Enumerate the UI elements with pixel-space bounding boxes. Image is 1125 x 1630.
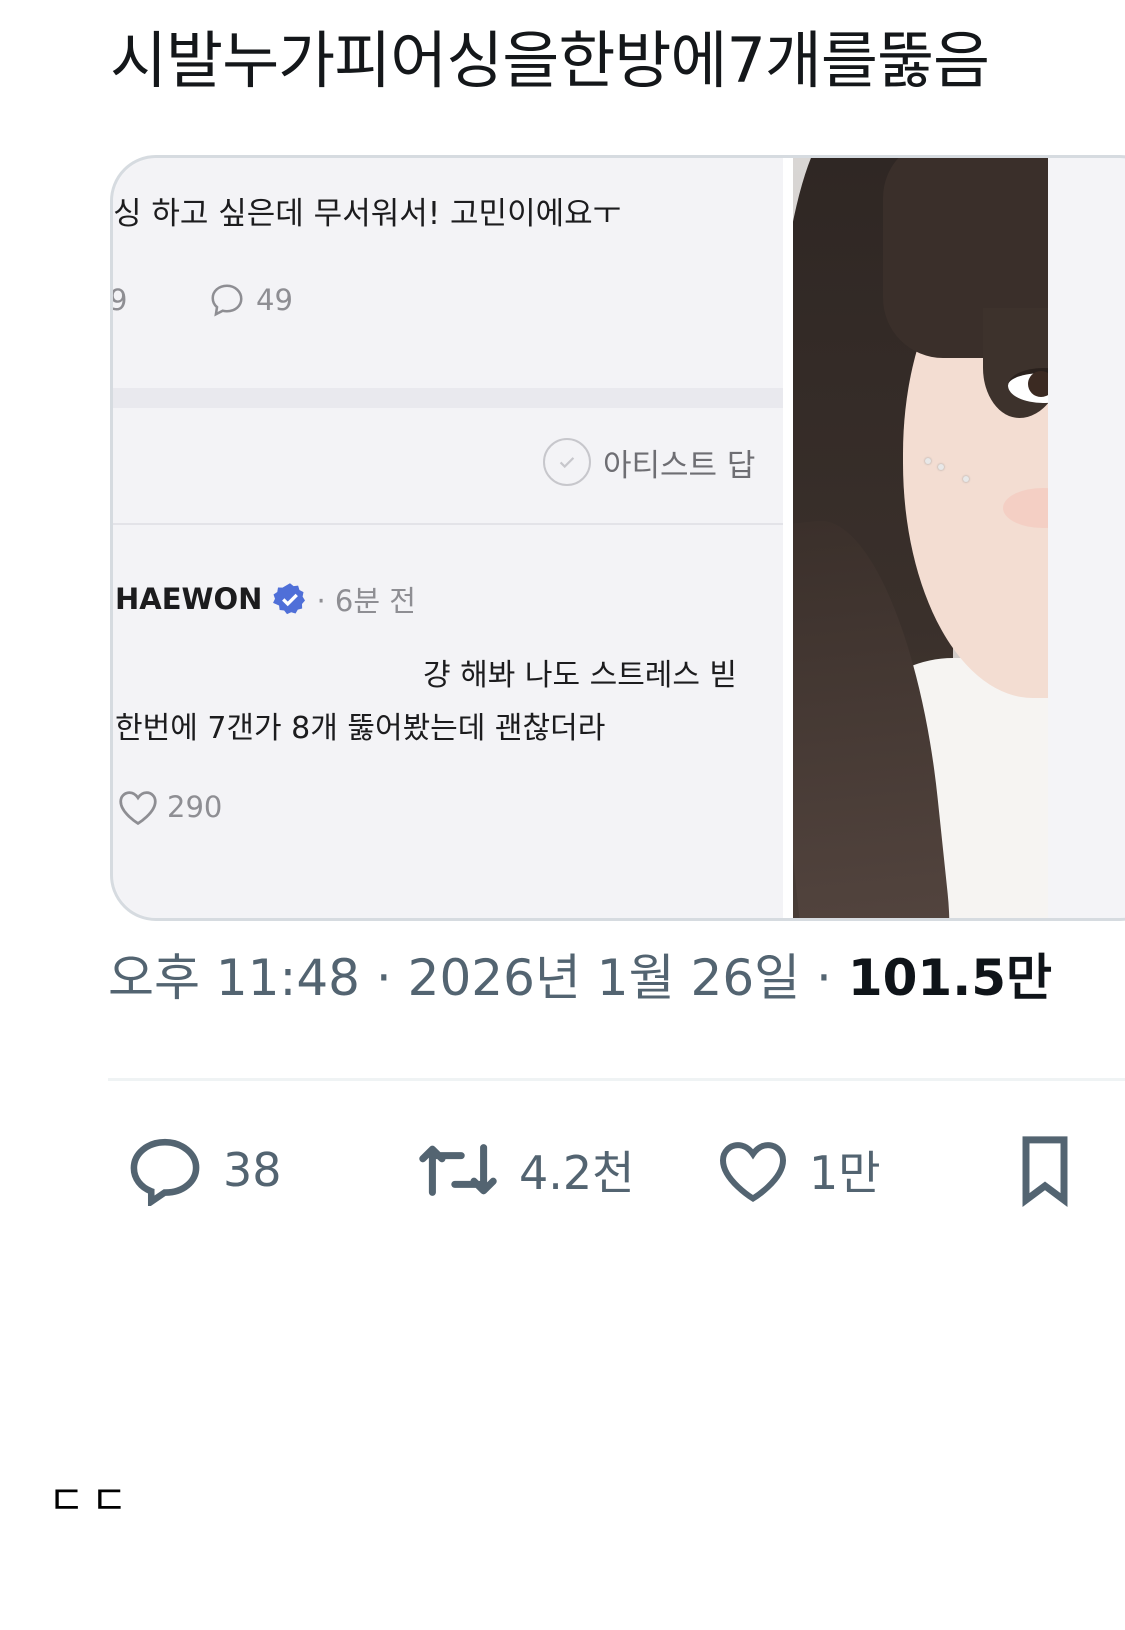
reply-time: · 6분 전 bbox=[316, 584, 416, 618]
footer-text: ㄷㄷ bbox=[48, 1478, 134, 1524]
reply-count: 38 bbox=[223, 1143, 282, 1197]
retweet-button[interactable]: 4.2천 bbox=[415, 1135, 634, 1205]
reply-icon bbox=[130, 1138, 200, 1206]
reply-author: HAEWON bbox=[115, 582, 263, 616]
divider bbox=[113, 388, 783, 408]
post-meta: 오후 11:48 · 2026년 1월 26일 · 101.5만 bbox=[108, 948, 1052, 1008]
post-timestamp[interactable]: 오후 11:48 · 2026년 1월 26일 · bbox=[108, 949, 848, 1007]
earring-dot bbox=[925, 458, 931, 464]
iris-shape bbox=[1028, 371, 1048, 397]
like-button[interactable]: 1만 bbox=[715, 1135, 881, 1205]
reply-header: HAEWON · 6분 전 bbox=[115, 578, 416, 620]
earring-dot bbox=[963, 476, 969, 482]
check-circle-icon bbox=[543, 438, 591, 486]
reply-button[interactable]: 38 bbox=[125, 1135, 282, 1206]
reply-like-row: 290 bbox=[117, 788, 222, 826]
photo-image bbox=[793, 158, 1048, 918]
verified-badge-icon bbox=[273, 583, 306, 615]
reply-like-count: 290 bbox=[167, 790, 223, 824]
bookmark-icon bbox=[1022, 1136, 1068, 1208]
bookmark-button[interactable] bbox=[1015, 1135, 1093, 1208]
image-gap bbox=[783, 158, 793, 918]
cut-count: 9 bbox=[113, 283, 127, 317]
like-count: 1만 bbox=[809, 1146, 881, 1200]
heart-icon bbox=[719, 1142, 787, 1203]
earring-dot bbox=[938, 464, 944, 470]
reply-text-line1: 걍 해봐 나도 스트레스 빋 bbox=[423, 658, 738, 693]
divider-line bbox=[108, 1078, 1125, 1081]
artist-filter-label: 아티스트 답 bbox=[603, 447, 756, 484]
media-card[interactable]: 싱 하고 싶은데 무서워서! 고민이에요ㅜ 9 49 아티스트 답 HAEWON bbox=[110, 155, 1125, 921]
retweet-icon bbox=[419, 1144, 497, 1196]
media-clip: 싱 하고 싶은데 무서워서! 고민이에요ㅜ 9 49 아티스트 답 HAEWON bbox=[113, 158, 1048, 918]
heart-outline-icon bbox=[119, 791, 157, 826]
view-count: 101.5만 bbox=[847, 949, 1052, 1007]
screenshot-image: 싱 하고 싶은데 무서워서! 고민이에요ㅜ 9 49 아티스트 답 HAEWON bbox=[113, 158, 783, 918]
comment-count-row: 49 bbox=[208, 278, 293, 322]
artist-filter: 아티스트 답 bbox=[543, 438, 755, 486]
comment-bubble-icon bbox=[211, 284, 243, 317]
comment-count: 49 bbox=[256, 283, 293, 317]
separator bbox=[113, 523, 783, 525]
question-text: 싱 하고 싶은데 무서워서! 고민이에요ㅜ bbox=[113, 196, 622, 232]
reply-text-line2: 한번에 7갠가 8개 뚫어봤는데 괜찮더라 bbox=[115, 711, 606, 746]
post-text: 시발누가피어싱을한방에7개를뚫음 bbox=[110, 24, 990, 97]
retweet-count: 4.2천 bbox=[519, 1146, 635, 1200]
